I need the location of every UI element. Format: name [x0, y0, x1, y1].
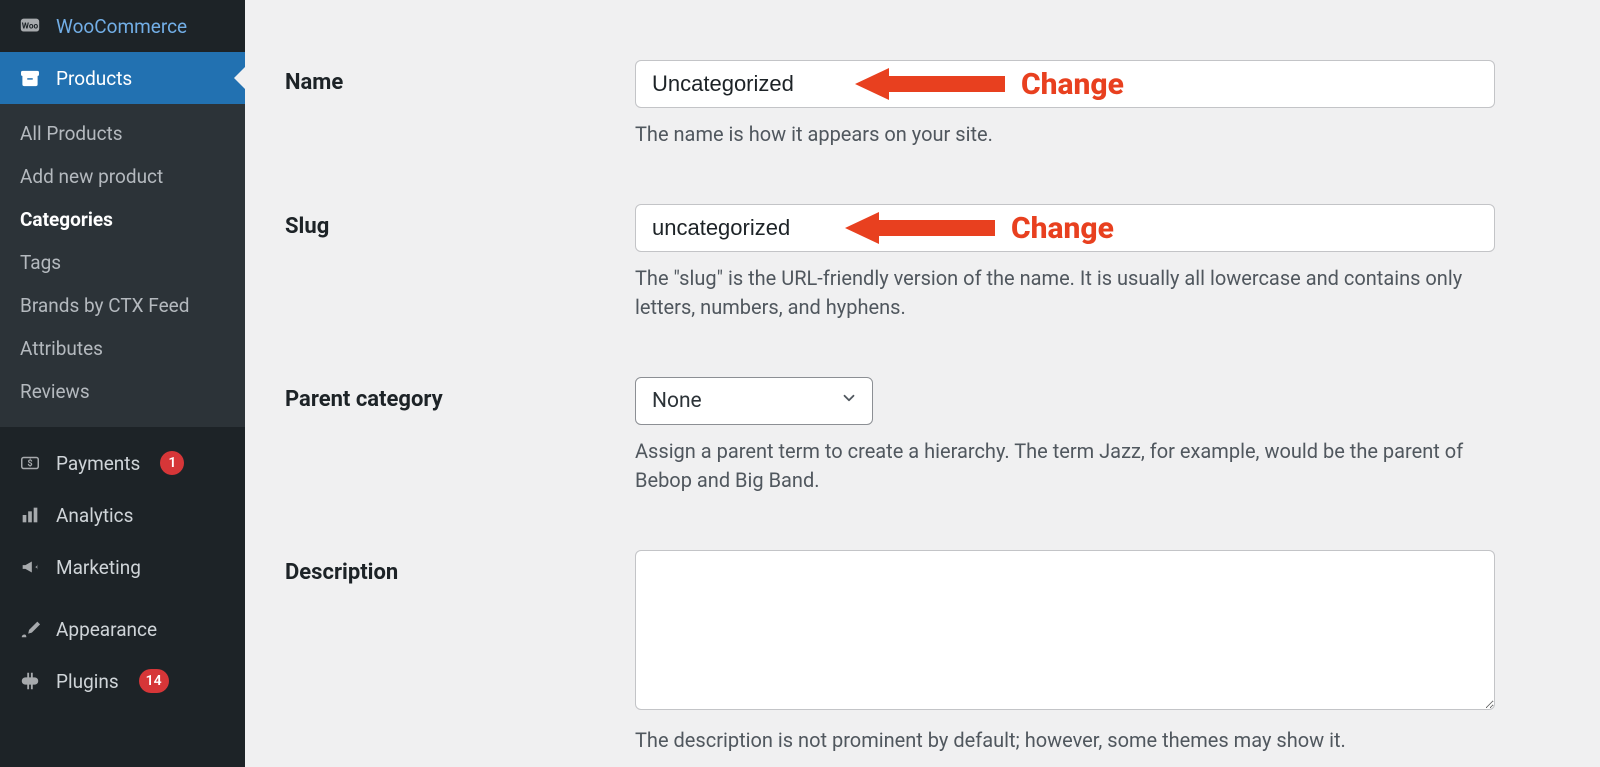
plugin-icon — [18, 669, 42, 693]
slug-input[interactable] — [635, 204, 1495, 252]
analytics-icon — [18, 503, 42, 527]
sidebar-item-label: Analytics — [56, 504, 133, 527]
sidebar-item-products[interactable]: Products — [0, 52, 245, 104]
main-content: Name Change The name is how it appears o… — [245, 0, 1600, 767]
help-description: The description is not prominent by defa… — [635, 726, 1495, 755]
parent-select-value: None — [652, 389, 702, 413]
sidebar-item-woocommerce[interactable]: Woo WooCommerce — [0, 0, 245, 52]
sidebar-item-marketing[interactable]: Marketing — [0, 541, 245, 593]
field-name: Change The name is how it appears on you… — [635, 60, 1495, 149]
help-parent: Assign a parent term to create a hierarc… — [635, 437, 1495, 495]
parent-select[interactable]: None — [635, 377, 873, 425]
sidebar-sub-categories[interactable]: Categories — [0, 198, 245, 241]
sidebar-item-payments[interactable]: $ Payments 1 — [0, 437, 245, 489]
admin-sidebar: Woo WooCommerce Products All Products Ad… — [0, 0, 245, 767]
sidebar-sub-reviews[interactable]: Reviews — [0, 370, 245, 413]
sidebar-sub-tags[interactable]: Tags — [0, 241, 245, 284]
sidebar-sub-attributes[interactable]: Attributes — [0, 327, 245, 370]
sidebar-separator — [0, 427, 245, 437]
archive-box-icon — [18, 66, 42, 90]
woocommerce-icon: Woo — [18, 14, 42, 38]
megaphone-icon — [18, 555, 42, 579]
label-name: Name — [285, 60, 635, 95]
sidebar-item-appearance[interactable]: Appearance — [0, 603, 245, 655]
description-textarea[interactable] — [635, 550, 1495, 710]
paintbrush-icon — [18, 617, 42, 641]
label-parent: Parent category — [285, 377, 635, 412]
chevron-down-icon — [840, 389, 858, 413]
sidebar-separator — [0, 593, 245, 603]
sidebar-sub-brands[interactable]: Brands by CTX Feed — [0, 284, 245, 327]
help-slug: The "slug" is the URL-friendly version o… — [635, 264, 1495, 322]
sidebar-item-label: Appearance — [56, 618, 157, 641]
label-description: Description — [285, 550, 635, 585]
sidebar-sub-all-products[interactable]: All Products — [0, 112, 245, 155]
app-root: Woo WooCommerce Products All Products Ad… — [0, 0, 1600, 767]
sidebar-badge-plugins: 14 — [139, 669, 169, 693]
field-slug: Change The "slug" is the URL-friendly ve… — [635, 204, 1495, 322]
field-description: The description is not prominent by defa… — [635, 550, 1495, 755]
row-slug: Slug Change The "slug" is the URL-friend… — [285, 204, 1560, 322]
sidebar-item-label: Products — [56, 67, 132, 90]
name-input[interactable] — [635, 60, 1495, 108]
sidebar-item-label: Payments — [56, 452, 140, 475]
sidebar-item-label: WooCommerce — [56, 15, 187, 38]
sidebar-submenu-products: All Products Add new product Categories … — [0, 104, 245, 427]
row-parent: Parent category None Assign a parent ter… — [285, 377, 1560, 495]
svg-text:Woo: Woo — [22, 21, 39, 31]
payments-icon: $ — [18, 451, 42, 475]
row-name: Name Change The name is how it appears o… — [285, 60, 1560, 149]
sidebar-item-plugins[interactable]: Plugins 14 — [0, 655, 245, 707]
label-slug: Slug — [285, 204, 635, 239]
sidebar-item-analytics[interactable]: Analytics — [0, 489, 245, 541]
row-description: Description The description is not promi… — [285, 550, 1560, 755]
svg-text:$: $ — [27, 458, 32, 469]
field-parent: None Assign a parent term to create a hi… — [635, 377, 1495, 495]
sidebar-item-label: Marketing — [56, 556, 141, 579]
help-name: The name is how it appears on your site. — [635, 120, 1495, 149]
sidebar-item-label: Plugins — [56, 670, 119, 693]
sidebar-sub-add-new-product[interactable]: Add new product — [0, 155, 245, 198]
sidebar-badge-payments: 1 — [160, 451, 184, 475]
